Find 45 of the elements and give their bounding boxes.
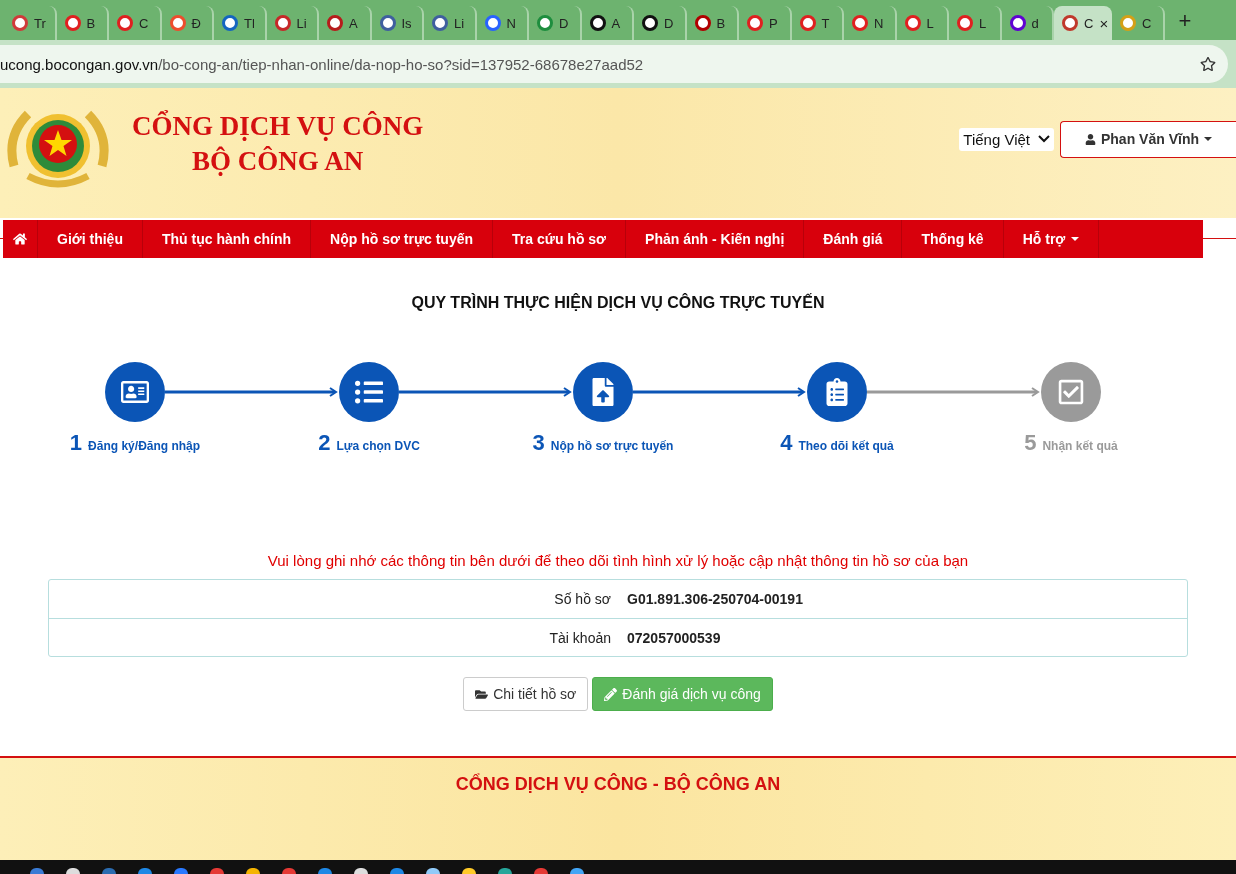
menu-link[interactable]: Tra cứu hồ sơ <box>493 220 627 258</box>
field-value: 072057000539 <box>627 629 722 646</box>
menu-dropdown[interactable]: Hỗ trợ <box>1003 220 1100 258</box>
user-icon <box>1085 133 1096 145</box>
menu-link[interactable]: Đánh giá <box>804 220 903 258</box>
bookmark-star-icon[interactable] <box>1200 56 1216 72</box>
pencil-icon <box>604 687 618 701</box>
address-bar[interactable]: ucong.bocongan.gov.vn/bo-cong-an/tiep-nhan-online/da-nop-ho-so?sid=137952-68678e27aad52 <box>0 45 1228 83</box>
app-icon[interactable] <box>462 868 476 874</box>
id-card-icon <box>121 378 149 406</box>
step-label: 5 Nhận kết quả <box>1024 430 1118 456</box>
field-value: G01.891.306-250704-00191 <box>627 591 804 607</box>
home-icon <box>13 232 27 246</box>
language-select[interactable]: Tiếng Việt <box>959 127 1054 151</box>
menu-link[interactable]: Nộp hồ sơ trực tuyến <box>311 220 494 258</box>
field-label: Tài khoản <box>548 629 611 646</box>
app-icon[interactable] <box>426 868 440 874</box>
step-label: 3 Nộp hồ sơ trực tuyến <box>532 430 674 456</box>
menu-link[interactable]: Giới thiệu <box>38 220 143 258</box>
app-icon[interactable] <box>246 868 260 874</box>
browser-tab[interactable]: C × <box>1054 6 1112 40</box>
list-icon <box>355 378 383 406</box>
step-label: 1 Đăng ký/Đăng nhập <box>69 430 201 456</box>
app-icon[interactable] <box>354 868 368 874</box>
step-label: 2 Lựa chọn DVC <box>318 430 420 456</box>
new-tab-button[interactable]: + <box>1178 8 1192 40</box>
site-title: CỔNG DỊCH VỤ CÔNG <box>132 109 424 143</box>
checkbox-icon <box>1057 378 1085 406</box>
user-menu-button[interactable]: Phan Văn Vĩnh <box>1060 120 1236 158</box>
dropdown-chevron-icon <box>1038 135 1050 143</box>
app-icon[interactable] <box>570 868 584 874</box>
site-subtitle: BỘ CÔNG AN <box>192 145 364 178</box>
process-title: QUY TRÌNH THỰC HIỆN DỊCH VỤ CÔNG TRỰC TUYẾN <box>411 294 825 312</box>
details-button[interactable]: Chi tiết hồ sơ <box>463 677 589 711</box>
field-label: Số hồ sơ <box>553 591 611 607</box>
app-icon[interactable] <box>498 868 512 874</box>
menu-link[interactable]: Thống kê <box>902 220 1004 258</box>
step-label: 4 Theo dõi kết quả <box>780 430 894 456</box>
folder-icon <box>475 687 489 701</box>
app-icon[interactable] <box>66 868 80 874</box>
menu-link[interactable]: Phản ánh - Kiến nghị <box>626 220 805 258</box>
close-tab-button[interactable]: × <box>1099 14 1109 32</box>
menu-link[interactable]: Thủ tục hành chính <box>142 220 312 258</box>
footer-title: CỔNG DỊCH VỤ CÔNG - BỘ CÔNG AN <box>455 774 781 796</box>
notice-text: Vui lòng ghi nhớ các thông tin bên dưới để theo dõi tình hình xử lý hoặc cập nhật thông tin hồ sơ của bạn <box>267 552 969 569</box>
